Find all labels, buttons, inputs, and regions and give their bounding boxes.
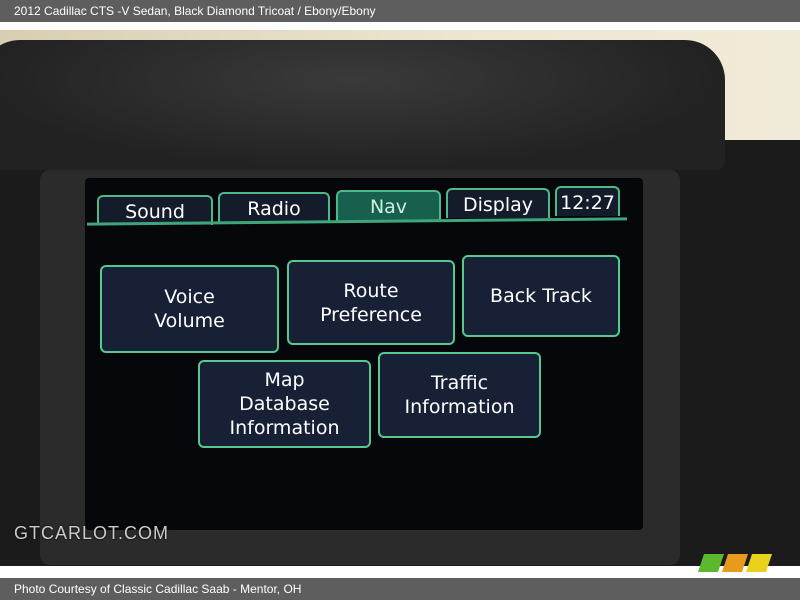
voice-volume-button[interactable]: Voice Volume	[100, 265, 279, 353]
watermark-logo: GTCARLOT.COM	[14, 523, 170, 543]
tab-radio[interactable]: Radio	[218, 192, 330, 222]
clock: 12:27	[555, 186, 620, 216]
back-track-button[interactable]: Back Track	[462, 255, 620, 337]
tab-nav[interactable]: Nav	[336, 190, 441, 221]
photo: Sound Radio Nav Display 12:27 Voice Volu…	[0, 30, 800, 566]
nav-screen	[85, 178, 643, 530]
stripes-logo-icon	[698, 554, 772, 572]
tab-sound[interactable]: Sound	[97, 195, 213, 225]
dashboard-hood	[0, 40, 725, 170]
tab-display[interactable]: Display	[446, 188, 550, 218]
route-preference-button[interactable]: Route Preference	[287, 260, 455, 345]
page-footer: Photo Courtesy of Classic Cadillac Saab …	[0, 578, 800, 600]
map-database-information-button[interactable]: Map Database Information	[198, 360, 371, 448]
page-header: 2012 Cadillac CTS -V Sedan, Black Diamon…	[0, 0, 800, 22]
traffic-information-button[interactable]: Traffic Information	[378, 352, 541, 438]
